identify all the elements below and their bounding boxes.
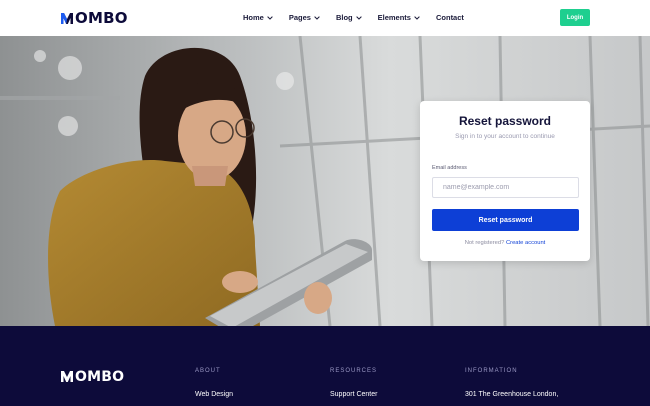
nav-pages-label: Pages bbox=[288, 13, 311, 22]
card-title: Reset password bbox=[458, 114, 552, 128]
footer-brand-name: OMBO bbox=[75, 368, 125, 385]
footer-heading-about: ABOUT bbox=[195, 368, 221, 374]
footer-link-web-design[interactable]: Web Design bbox=[195, 391, 233, 398]
footer-heading-resources: RESOURCES bbox=[330, 368, 378, 374]
nav-elements-label: Elements bbox=[377, 13, 411, 22]
nav-contact-label: Contact bbox=[435, 13, 464, 22]
footer-logo[interactable]: OMBO bbox=[60, 368, 125, 385]
nav-blog[interactable]: Blog bbox=[336, 12, 362, 24]
chevron-down-icon bbox=[314, 16, 320, 20]
site-footer: OMBO ABOUT Web Design RESOURCES Support … bbox=[0, 326, 650, 406]
footer-heading-information: INFORMATION bbox=[465, 368, 518, 374]
site-header: OMBO Home Pages Blog Elements Contact Lo… bbox=[0, 0, 650, 36]
chevron-down-icon bbox=[355, 16, 362, 20]
brand-logo[interactable]: OMBO bbox=[60, 10, 128, 26]
nav-home-label: Home bbox=[243, 13, 264, 22]
logo-mark-icon bbox=[61, 12, 73, 24]
card-footer: Not registered? Create account bbox=[420, 240, 590, 246]
reset-password-card: Reset password Sign in to your account t… bbox=[420, 101, 590, 261]
footer-link-support-center[interactable]: Support Center bbox=[330, 391, 377, 398]
footer-address: 301 The Greenhouse London, bbox=[465, 391, 559, 398]
login-button[interactable]: Login bbox=[560, 9, 590, 26]
create-account-link[interactable]: Create account bbox=[506, 240, 545, 246]
card-subtitle: Sign in to your account to continue bbox=[455, 133, 555, 140]
nav-contact[interactable]: Contact bbox=[436, 12, 464, 24]
nav-home[interactable]: Home bbox=[243, 12, 273, 24]
not-registered-text: Not registered? bbox=[464, 240, 505, 246]
nav-pages[interactable]: Pages bbox=[289, 12, 320, 24]
logo-mark-icon bbox=[61, 371, 73, 382]
main-nav: Home Pages Blog Elements Contact bbox=[243, 12, 480, 24]
nav-elements[interactable]: Elements bbox=[378, 12, 420, 24]
email-label: Email address bbox=[432, 165, 467, 171]
chevron-down-icon bbox=[267, 16, 273, 20]
chevron-down-icon bbox=[414, 16, 420, 20]
hero-section: Reset password Sign in to your account t… bbox=[0, 36, 650, 326]
nav-blog-label: Blog bbox=[335, 13, 353, 22]
reset-password-button[interactable]: Reset password bbox=[432, 209, 579, 231]
email-field[interactable] bbox=[432, 177, 579, 198]
brand-name: OMBO bbox=[75, 9, 128, 27]
